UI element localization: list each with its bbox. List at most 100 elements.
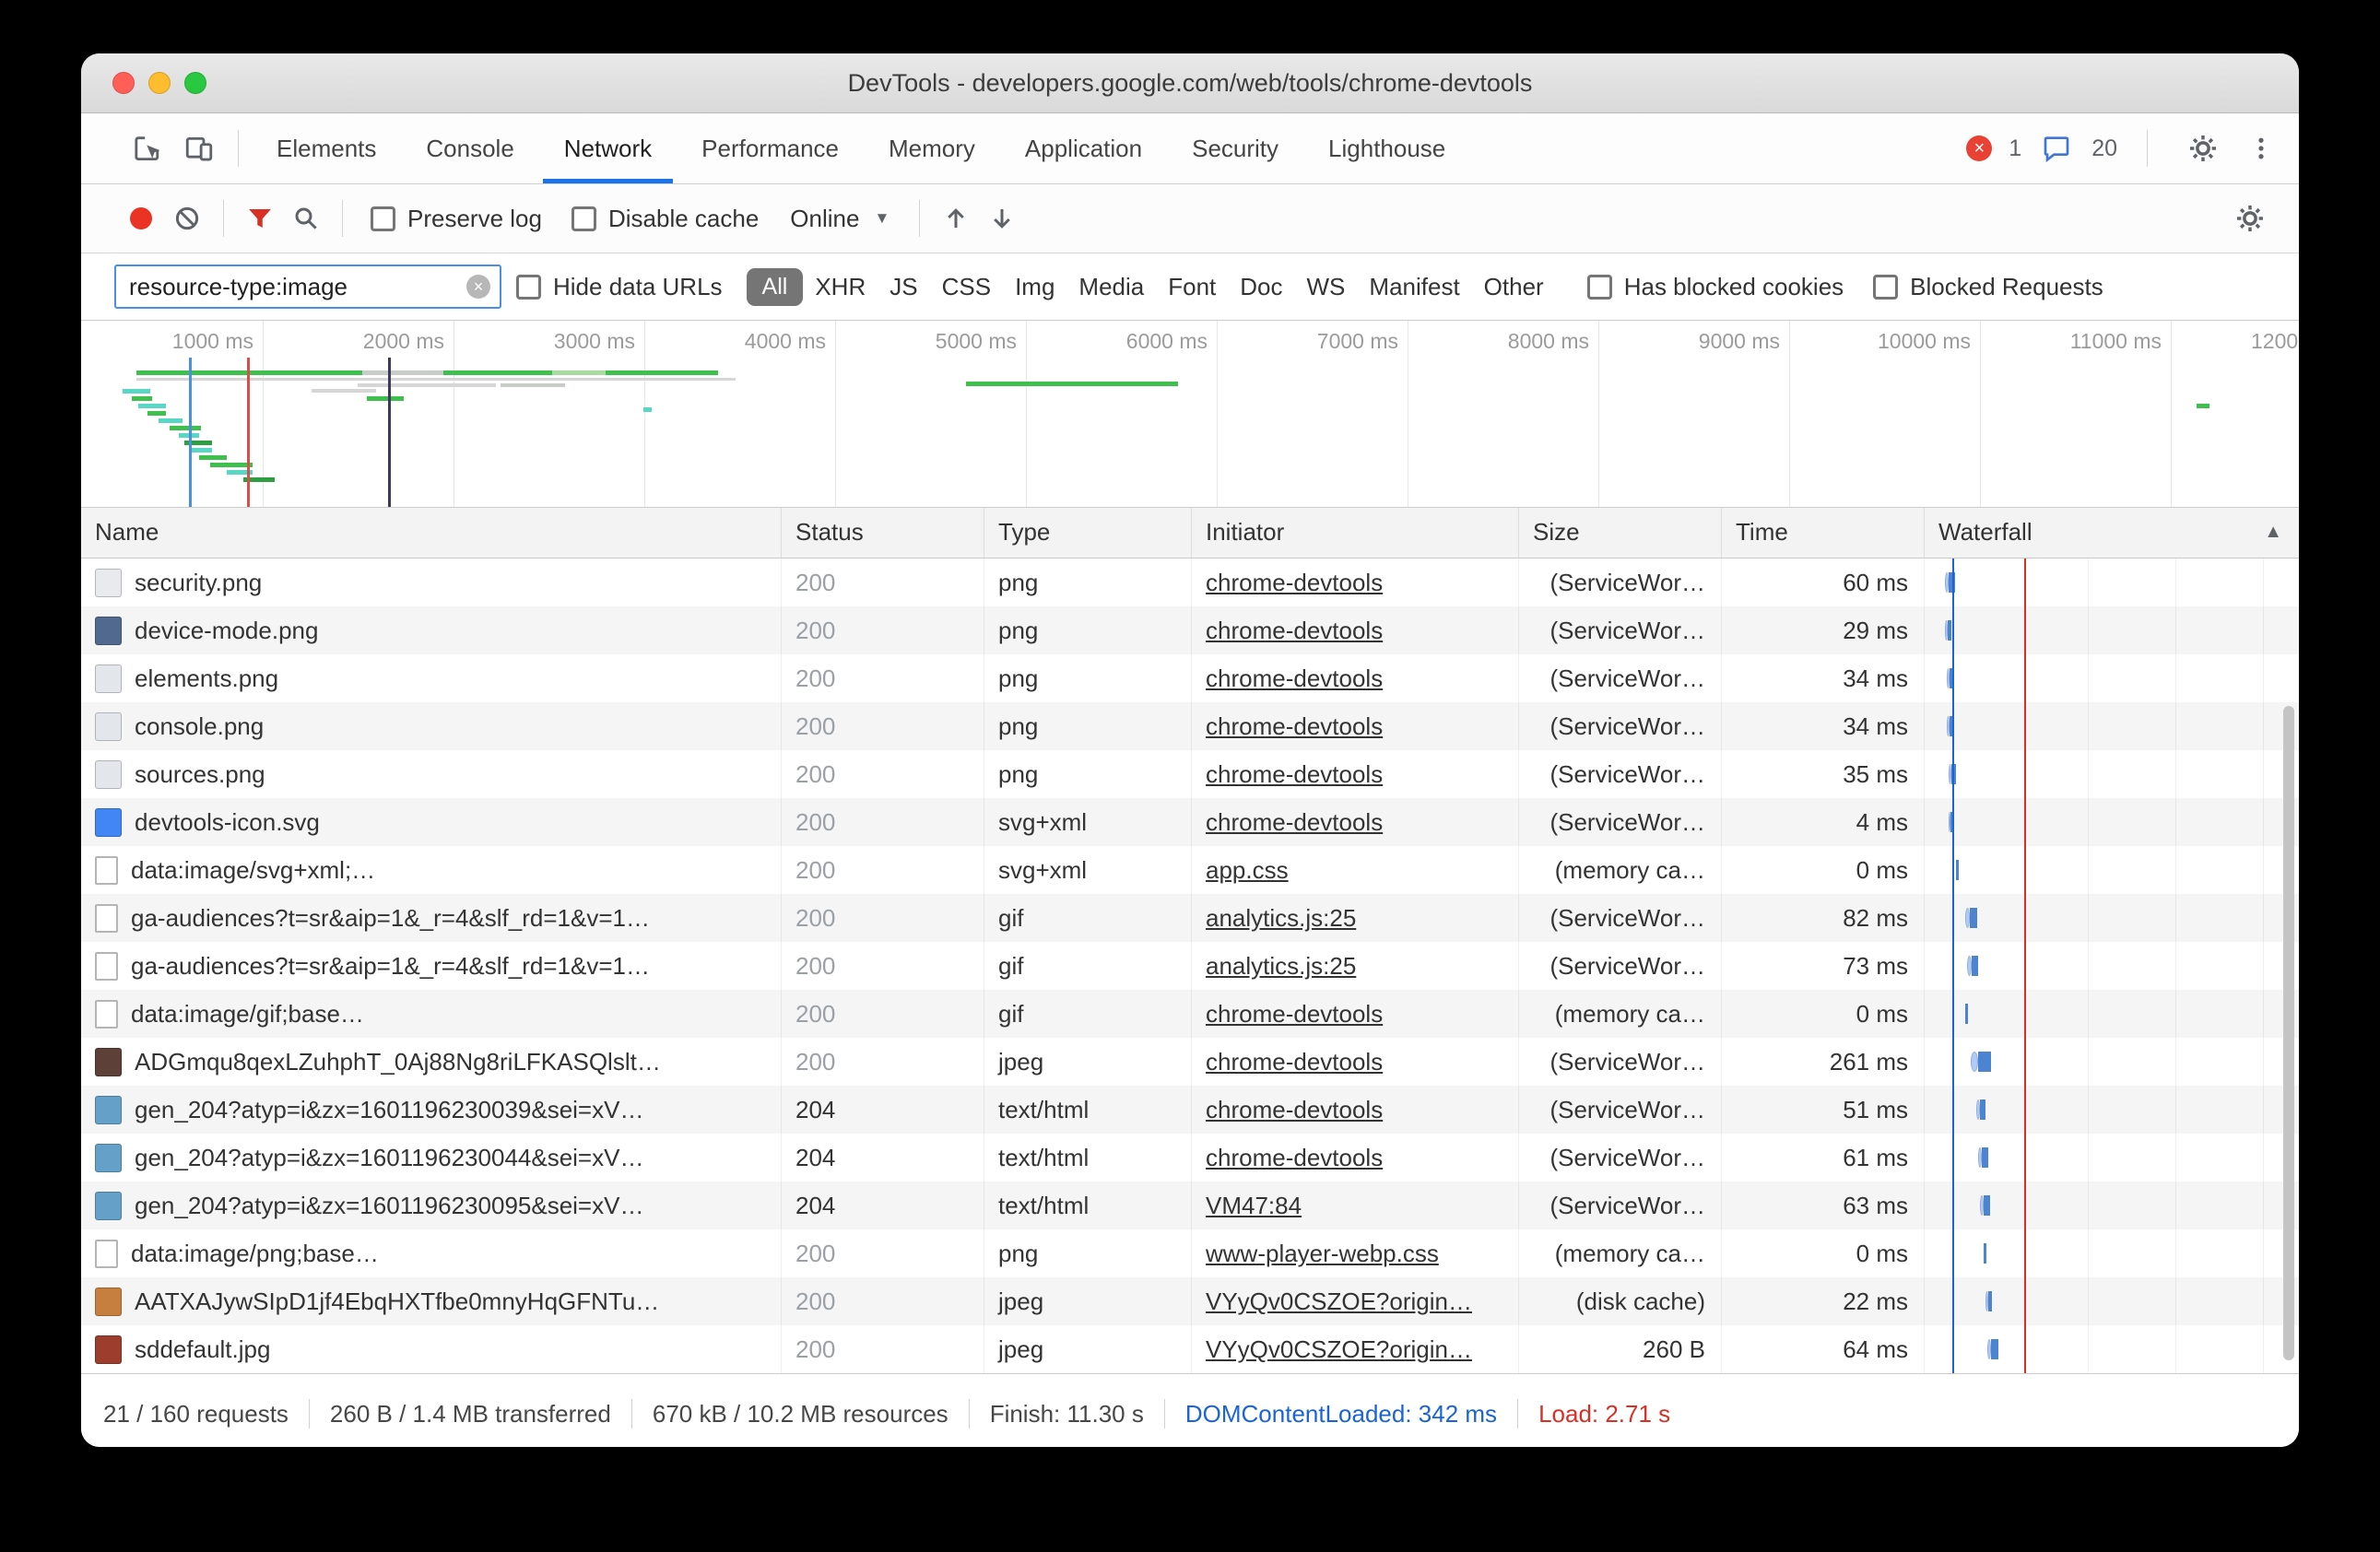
export-har-icon[interactable] (979, 195, 1025, 241)
tab-elements[interactable]: Elements (252, 113, 401, 183)
initiator-link[interactable]: chrome-devtools (1206, 1048, 1383, 1076)
initiator-link[interactable]: www-player-webp.css (1206, 1240, 1439, 1267)
filter-pill-all[interactable]: All (747, 268, 804, 306)
initiator-link[interactable]: chrome-devtools (1206, 1144, 1383, 1171)
vertical-scrollbar-thumb[interactable] (2283, 706, 2294, 1360)
table-row[interactable]: sddefault.jpg200jpegVYyQv0CSZOE?origin…2… (81, 1325, 2299, 1373)
initiator-link[interactable]: analytics.js:25 (1206, 904, 1356, 932)
initiator-link[interactable]: chrome-devtools (1206, 664, 1383, 692)
record-button[interactable] (118, 195, 164, 241)
tab-console[interactable]: Console (401, 113, 538, 183)
disable-cache-label[interactable]: Disable cache (608, 205, 759, 233)
kebab-menu-icon[interactable] (2245, 123, 2277, 174)
table-row[interactable]: gen_204?atyp=i&zx=1601196230044&sei=xV…2… (81, 1134, 2299, 1182)
column-header-status[interactable]: Status (782, 508, 984, 558)
filter-pill-manifest[interactable]: Manifest (1357, 267, 1471, 307)
issues-bubble-icon[interactable] (2038, 123, 2075, 174)
column-header-type[interactable]: Type (984, 508, 1192, 558)
tab-performance[interactable]: Performance (677, 113, 864, 183)
error-badge-icon[interactable]: × (1966, 135, 1992, 161)
initiator-link[interactable]: chrome-devtools (1206, 760, 1383, 788)
column-header-time[interactable]: Time (1722, 508, 1925, 558)
checkbox[interactable] (516, 275, 541, 300)
size-cell: (ServiceWor… (1519, 942, 1722, 990)
table-row[interactable]: gen_204?atyp=i&zx=1601196230095&sei=xV…2… (81, 1182, 2299, 1229)
filter-pill-ws[interactable]: WS (1295, 267, 1358, 307)
column-header-initiator[interactable]: Initiator (1192, 508, 1519, 558)
initiator-link[interactable]: chrome-devtools (1206, 1000, 1383, 1028)
table-row[interactable]: device-mode.png200pngchrome-devtools(Ser… (81, 606, 2299, 654)
table-row[interactable]: gen_204?atyp=i&zx=1601196230039&sei=xV…2… (81, 1086, 2299, 1134)
size-cell: (ServiceWor… (1519, 798, 1722, 846)
table-row[interactable]: security.png200pngchrome-devtools(Servic… (81, 558, 2299, 606)
disable-cache-checkbox[interactable]: Disable cache (571, 205, 759, 233)
table-row[interactable]: AATXAJywSIpD1jf4EbqHXTfbe0mnyHqGFNTu…200… (81, 1277, 2299, 1325)
initiator-link[interactable]: chrome-devtools (1206, 712, 1383, 740)
checkbox[interactable] (571, 206, 596, 231)
filter-pill-xhr[interactable]: XHR (803, 267, 878, 307)
search-icon[interactable] (283, 195, 329, 241)
settings-gear-icon[interactable] (2177, 123, 2229, 174)
timeline-tick-label: 1000 ms (88, 329, 253, 354)
clear-button[interactable] (164, 195, 210, 241)
initiator-link[interactable]: chrome-devtools (1206, 1096, 1383, 1123)
blocked-requests-label[interactable]: Blocked Requests (1910, 273, 2103, 301)
table-row[interactable]: ADGmqu8qexLZuhphT_0Aj88Ng8riLFKASQlslt…2… (81, 1038, 2299, 1086)
request-name-cell: ga-audiences?t=sr&aip=1&_r=4&slf_rd=1&v=… (81, 894, 782, 942)
inspect-element-icon[interactable] (122, 123, 173, 174)
table-row[interactable]: data:image/png;base…200pngwww-player-web… (81, 1229, 2299, 1277)
column-header-name[interactable]: Name (81, 508, 782, 558)
hide-data-urls-label[interactable]: Hide data URLs (553, 273, 723, 301)
table-row[interactable]: ga-audiences?t=sr&aip=1&_r=4&slf_rd=1&v=… (81, 894, 2299, 942)
blocked-requests-checkbox[interactable]: Blocked Requests (1873, 273, 2103, 301)
filter-pill-css[interactable]: CSS (930, 267, 1003, 307)
file-type-icon (95, 1287, 122, 1316)
initiator-link[interactable]: app.css (1206, 856, 1289, 884)
titlebar[interactable]: DevTools - developers.google.com/web/too… (81, 53, 2299, 113)
initiator-link[interactable]: VM47:84 (1206, 1192, 1302, 1219)
filter-funnel-icon[interactable] (237, 195, 283, 241)
filter-pill-font[interactable]: Font (1156, 267, 1228, 307)
initiator-link[interactable]: analytics.js:25 (1206, 952, 1356, 980)
clear-filter-icon[interactable]: × (466, 275, 490, 299)
tab-network[interactable]: Network (539, 113, 677, 183)
checkbox[interactable] (1587, 275, 1612, 300)
column-header-size[interactable]: Size (1519, 508, 1722, 558)
import-har-icon[interactable] (933, 195, 979, 241)
tab-lighthouse[interactable]: Lighthouse (1303, 113, 1470, 183)
initiator-link[interactable]: chrome-devtools (1206, 617, 1383, 644)
initiator-link[interactable]: VYyQv0CSZOE?origin… (1206, 1335, 1472, 1363)
filter-pill-img[interactable]: Img (1003, 267, 1066, 307)
device-toolbar-icon[interactable] (173, 123, 225, 174)
throttling-dropdown[interactable]: Online ▼ (790, 205, 890, 233)
table-row[interactable]: devtools-icon.svg200svg+xmlchrome-devtoo… (81, 798, 2299, 846)
has-blocked-cookies-label[interactable]: Has blocked cookies (1624, 273, 1844, 301)
tab-security[interactable]: Security (1167, 113, 1303, 183)
waterfall-bar-download (1950, 812, 1953, 832)
table-row[interactable]: data:image/svg+xml;…200svg+xmlapp.css(me… (81, 846, 2299, 894)
network-settings-gear-icon[interactable] (2227, 195, 2273, 241)
filter-pill-other[interactable]: Other (1472, 267, 1556, 307)
table-row[interactable]: console.png200pngchrome-devtools(Service… (81, 702, 2299, 750)
checkbox[interactable] (1873, 275, 1898, 300)
preserve-log-checkbox[interactable]: Preserve log (371, 205, 542, 233)
table-row[interactable]: elements.png200pngchrome-devtools(Servic… (81, 654, 2299, 702)
initiator-link[interactable]: VYyQv0CSZOE?origin… (1206, 1287, 1472, 1315)
network-overview-timeline[interactable]: 1000 ms2000 ms3000 ms4000 ms5000 ms6000 … (81, 321, 2299, 508)
tab-application[interactable]: Application (1000, 113, 1167, 183)
preserve-log-label[interactable]: Preserve log (407, 205, 542, 233)
filter-input[interactable] (114, 265, 501, 309)
hide-data-urls-checkbox[interactable]: Hide data URLs (516, 273, 723, 301)
tab-memory[interactable]: Memory (864, 113, 1000, 183)
filter-pill-js[interactable]: JS (878, 267, 929, 307)
table-row[interactable]: data:image/gif;base…200gifchrome-devtool… (81, 990, 2299, 1038)
table-row[interactable]: ga-audiences?t=sr&aip=1&_r=4&slf_rd=1&v=… (81, 942, 2299, 990)
table-row[interactable]: sources.png200pngchrome-devtools(Service… (81, 750, 2299, 798)
filter-pill-doc[interactable]: Doc (1228, 267, 1294, 307)
filter-pill-media[interactable]: Media (1066, 267, 1156, 307)
has-blocked-cookies-checkbox[interactable]: Has blocked cookies (1587, 273, 1844, 301)
checkbox[interactable] (371, 206, 395, 231)
initiator-link[interactable]: chrome-devtools (1206, 569, 1383, 596)
initiator-link[interactable]: chrome-devtools (1206, 808, 1383, 836)
column-header-waterfall[interactable]: Waterfall ▲ (1925, 508, 2299, 558)
